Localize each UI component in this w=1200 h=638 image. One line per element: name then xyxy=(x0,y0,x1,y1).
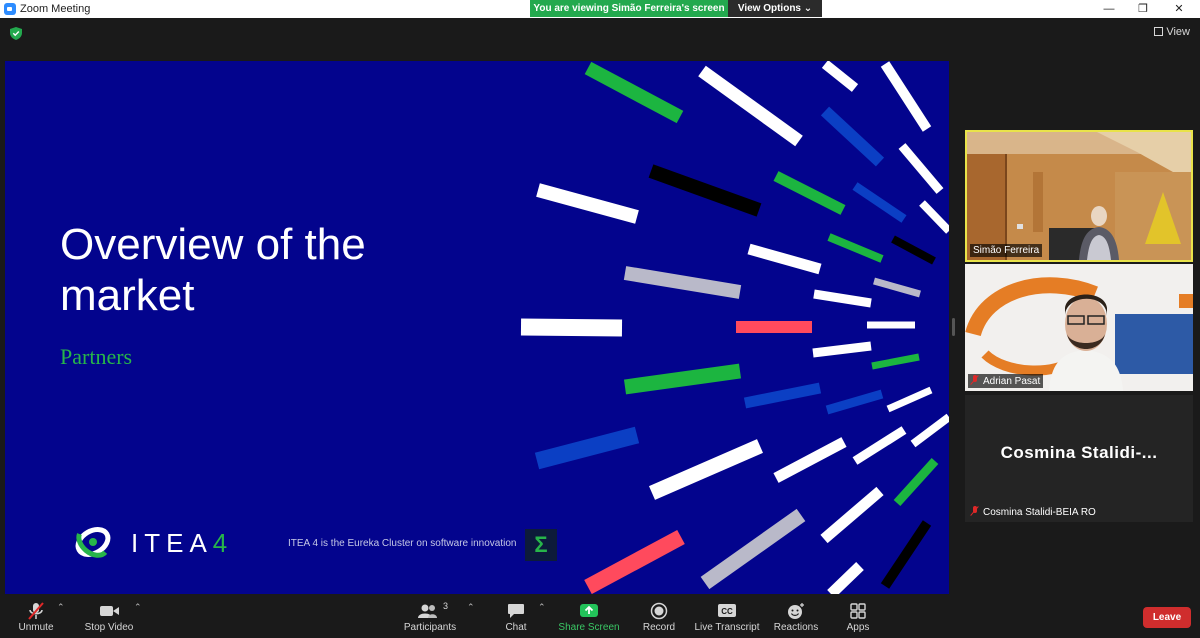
panel-resize-handle[interactable] xyxy=(952,318,955,336)
eureka-sigma-icon: Σ xyxy=(525,529,557,561)
shield-icon[interactable] xyxy=(10,27,22,40)
window-title: Zoom Meeting xyxy=(20,3,91,15)
view-options-button[interactable]: View Options ⌄ xyxy=(728,0,822,17)
closed-captions-icon-text: CC xyxy=(721,607,733,616)
viewing-banner: You are viewing Simão Ferreira's screen xyxy=(530,0,728,17)
reactions-button[interactable]: Reactions xyxy=(772,596,820,638)
apps-button[interactable]: Apps xyxy=(840,596,876,638)
zoom-app-icon xyxy=(4,3,16,15)
view-button[interactable]: View xyxy=(1154,26,1190,38)
chat-label: Chat xyxy=(505,622,527,633)
muted-mic-icon xyxy=(971,506,979,516)
participant-display-name: Cosmina Stalidi-... xyxy=(1000,443,1158,462)
close-icon[interactable]: ✕ xyxy=(1162,0,1196,18)
apps-icon xyxy=(850,603,866,619)
record-icon xyxy=(650,602,668,620)
restore-icon[interactable]: ❐ xyxy=(1126,0,1160,18)
itea-number: 4 xyxy=(212,528,234,558)
participant-name: Cosmina Stalidi-BEIA RO xyxy=(983,507,1096,518)
live-transcript-button[interactable]: CC Live Transcript xyxy=(694,596,760,638)
participant-name-label: Cosmina Stalidi-BEIA RO xyxy=(968,505,1099,519)
audio-options-chevron-icon[interactable]: ⌃ xyxy=(57,602,65,613)
minimize-icon[interactable]: — xyxy=(1092,0,1126,18)
record-label: Record xyxy=(642,622,676,633)
apps-label: Apps xyxy=(846,622,870,633)
unmute-label: Unmute xyxy=(18,622,54,633)
muted-mic-icon xyxy=(971,375,979,385)
title-bar: Zoom Meeting You are viewing Simão Ferre… xyxy=(0,0,1200,18)
participant-name-label: Simão Ferreira xyxy=(970,244,1043,257)
chat-bubble-icon xyxy=(508,604,524,618)
video-tile-simao[interactable]: Simão Ferreira xyxy=(965,130,1193,262)
itea-logo-icon xyxy=(75,526,111,558)
participants-label: Participants xyxy=(403,622,457,633)
view-options-label: View Options xyxy=(737,3,801,14)
slide-title: Overview of the market xyxy=(60,220,366,320)
leave-button[interactable]: Leave xyxy=(1143,607,1191,628)
video-tile-adrian[interactable]: Adrian Pasat xyxy=(965,264,1193,391)
participants-icon xyxy=(418,604,437,618)
chat-options-chevron-icon[interactable]: ⌃ xyxy=(538,602,546,613)
chat-button[interactable]: Chat xyxy=(496,596,536,638)
video-tile-cosmina[interactable]: Cosmina Stalidi-... Cosmina Stalidi-BEIA… xyxy=(965,395,1193,522)
participant-name-label: Adrian Pasat xyxy=(968,374,1044,388)
share-screen-button[interactable]: Share Screen xyxy=(558,596,620,638)
stop-video-button[interactable]: Stop Video xyxy=(82,596,136,638)
share-screen-label: Share Screen xyxy=(558,622,620,633)
stop-video-label: Stop Video xyxy=(84,622,134,633)
itea-logo-text: ITEA4 xyxy=(131,528,233,559)
slide-subtitle: Partners xyxy=(60,344,133,369)
video-camera-icon xyxy=(100,606,119,616)
share-screen-icon xyxy=(580,604,598,617)
video-options-chevron-icon[interactable]: ⌃ xyxy=(134,602,142,613)
live-transcript-label: Live Transcript xyxy=(694,622,760,633)
record-button[interactable]: Record xyxy=(638,596,680,638)
chevron-down-icon: ⌄ xyxy=(803,3,813,14)
video-feed-simao xyxy=(967,132,1191,260)
itea-tagline: ITEA 4 is the Eureka Cluster on software… xyxy=(288,538,517,549)
slide-ray-graphics xyxy=(520,61,949,594)
participants-count: 3 xyxy=(443,601,449,611)
muted-microphone-icon xyxy=(28,602,44,620)
closed-captions-icon: CC xyxy=(718,604,736,617)
meeting-toolbar: Unmute ⌃ Stop Video ⌃ Participants 3 ⌃ C… xyxy=(0,596,1200,638)
reactions-label: Reactions xyxy=(773,622,819,633)
participants-button[interactable]: Participants xyxy=(400,596,460,638)
itea-wordmark: ITEA xyxy=(131,528,213,558)
participants-options-chevron-icon[interactable]: ⌃ xyxy=(467,602,475,613)
unmute-button[interactable]: Unmute xyxy=(10,596,62,638)
view-label: View xyxy=(1166,26,1190,38)
zoom-window: Zoom Meeting You are viewing Simão Ferre… xyxy=(0,0,1200,638)
shared-screen: Overview of the market Partners ITEA4 IT… xyxy=(5,61,949,594)
grid-view-icon xyxy=(1154,27,1164,36)
participant-name: Adrian Pasat xyxy=(983,376,1041,387)
video-feed-adrian xyxy=(965,264,1193,391)
smiley-icon xyxy=(788,603,804,619)
